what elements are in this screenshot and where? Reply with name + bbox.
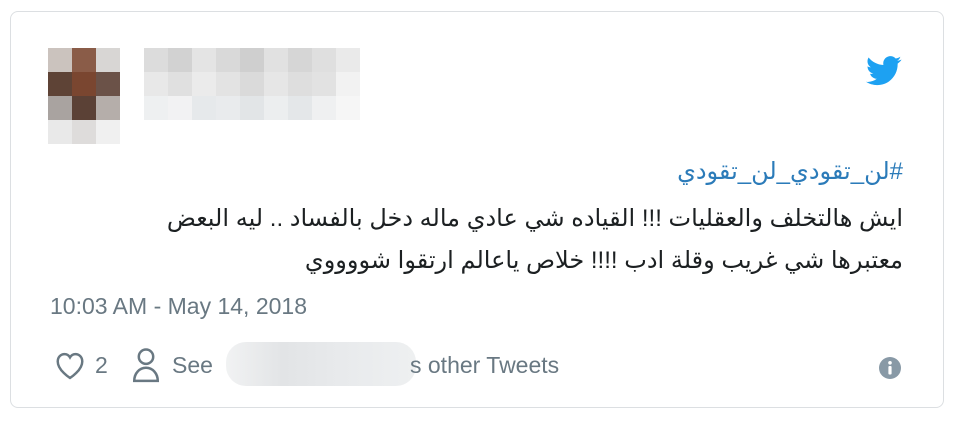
person-icon[interactable] xyxy=(132,347,160,383)
like-count[interactable]: 2 xyxy=(95,352,108,379)
author-name-redacted-pill xyxy=(226,342,416,386)
tweet-text: ايش هالتخلف والعقليات !!! القياده شي عاد… xyxy=(63,198,903,282)
tweet-text-line-1: ايش هالتخلف والعقليات !!! القياده شي عاد… xyxy=(166,205,903,232)
tweet-timestamp[interactable]: 10:03 AM - May 14, 2018 xyxy=(50,293,307,320)
see-label[interactable]: See xyxy=(172,352,213,379)
author-avatar[interactable] xyxy=(48,48,120,144)
other-tweets-link[interactable]: s other Tweets xyxy=(410,352,559,379)
info-icon[interactable] xyxy=(878,356,902,380)
tweet-text-line-2: معتبرها شي غريب وقلة ادب !!!! خلاص ياعال… xyxy=(304,247,903,274)
hashtag-link[interactable]: #لن_تقودي_لن_تقودي xyxy=(677,157,903,186)
twitter-bird-icon[interactable] xyxy=(866,56,902,86)
heart-icon[interactable] xyxy=(53,350,87,380)
